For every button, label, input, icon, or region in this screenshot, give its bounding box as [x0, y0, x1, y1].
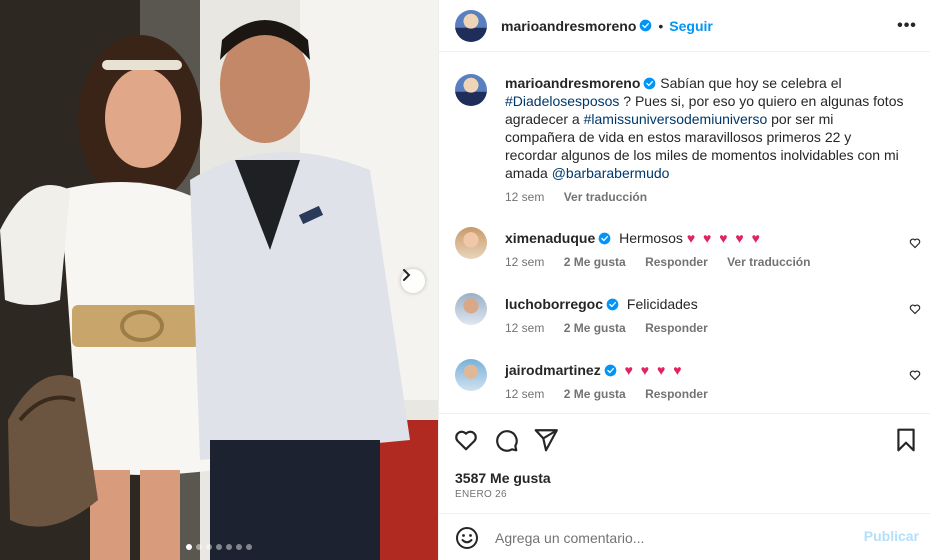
comment-likes[interactable]: 2 Me gusta — [564, 387, 626, 401]
caption-author[interactable]: marioandresmoreno — [505, 75, 640, 91]
avatar[interactable] — [455, 227, 487, 259]
hashtag-link[interactable]: #lamissuniversodemiuniverso — [584, 111, 768, 127]
verified-badge-icon — [644, 77, 656, 90]
carousel-dot — [186, 544, 192, 550]
mention-link[interactable]: @barbarabermudo — [552, 165, 670, 181]
author-username[interactable]: marioandresmoreno — [501, 18, 636, 34]
avatar[interactable] — [455, 9, 487, 42]
comment-likes[interactable]: 2 Me gusta — [564, 255, 626, 269]
publish-button[interactable]: Publicar — [864, 528, 919, 544]
carousel-dot — [196, 544, 202, 550]
reply-button[interactable]: Responder — [645, 255, 708, 269]
post-actions — [439, 413, 930, 465]
avatar[interactable] — [455, 359, 487, 391]
comment-item: jairodmartinez ♥ ♥ ♥ ♥ 12 sem 2 Me gusta… — [455, 359, 921, 412]
chevron-right-icon — [403, 269, 411, 281]
comment-text: luchoborregoc Felicidades — [505, 295, 905, 313]
bookmark-icon[interactable] — [893, 427, 919, 453]
carousel-indicator — [0, 544, 438, 550]
post-sidebar: marioandresmoreno • Seguir ••• marioandr… — [438, 0, 930, 560]
follow-button[interactable]: Seguir — [669, 18, 713, 34]
caption-meta: 12 sem Ver traducción — [505, 190, 663, 204]
comment-text: jairodmartinez ♥ ♥ ♥ ♥ — [505, 361, 905, 379]
reply-button[interactable]: Responder — [645, 321, 708, 335]
comments-list[interactable]: marioandresmoreno Sabían que hoy se cele… — [439, 52, 930, 412]
comment-input[interactable] — [495, 526, 855, 550]
like-comment-heart-icon[interactable] — [909, 369, 921, 381]
emoji-icon[interactable] — [455, 526, 479, 550]
comment-composer: Publicar — [439, 513, 930, 560]
comment-time[interactable]: 12 sem — [505, 255, 544, 269]
comment-meta: 12 sem 2 Me gusta Responder — [505, 387, 724, 401]
carousel-dot — [216, 544, 222, 550]
comment-username[interactable]: luchoborregoc — [505, 296, 603, 312]
avatar[interactable] — [455, 74, 487, 106]
carousel-dot — [206, 544, 212, 550]
like-comment-heart-icon[interactable] — [909, 303, 921, 315]
verified-badge-icon — [598, 232, 611, 245]
more-options-button[interactable]: ••• — [897, 17, 917, 35]
post-header: marioandresmoreno • Seguir ••• — [439, 0, 930, 52]
comment-time[interactable]: 12 sem — [505, 387, 544, 401]
translate-link[interactable]: Ver traducción — [564, 190, 647, 204]
post-image[interactable] — [0, 0, 438, 560]
comment-item: ximenaduque Hermosos ♥ ♥ ♥ ♥ ♥ 12 sem 2 … — [455, 227, 921, 283]
carousel-dot — [226, 544, 232, 550]
comment-likes[interactable]: 2 Me gusta — [564, 321, 626, 335]
caption-text: marioandresmoreno Sabían que hoy se cele… — [505, 74, 905, 182]
caption-time[interactable]: 12 sem — [505, 190, 544, 204]
carousel-dot — [236, 544, 242, 550]
heart-emojis: ♥ ♥ ♥ ♥ ♥ — [686, 230, 762, 246]
comment-item: luchoborregoc Felicidades 12 sem 2 Me gu… — [455, 293, 921, 349]
comment-time[interactable]: 12 sem — [505, 321, 544, 335]
separator-dot: • — [658, 17, 664, 34]
translate-link[interactable]: Ver traducción — [727, 255, 810, 269]
verified-badge-icon — [604, 364, 617, 377]
caption-text-1: Sabían que hoy se celebra el — [660, 75, 842, 91]
verified-badge-icon — [640, 19, 652, 32]
verified-badge-icon — [606, 298, 619, 311]
avatar[interactable] — [455, 293, 487, 325]
heart-icon[interactable] — [453, 427, 479, 453]
carousel-dot — [246, 544, 252, 550]
comment-icon[interactable] — [493, 427, 519, 453]
couple-photo — [0, 0, 438, 560]
comment-text: ximenaduque Hermosos ♥ ♥ ♥ ♥ ♥ — [505, 229, 905, 247]
likes-count[interactable]: 3587 Me gusta — [455, 470, 551, 486]
comment-body: Hermosos — [619, 230, 683, 246]
post-date[interactable]: ENERO 26 — [455, 489, 507, 500]
comment-meta: 12 sem 2 Me gusta Responder — [505, 321, 724, 335]
next-image-button[interactable] — [401, 269, 425, 293]
hashtag-link[interactable]: #Diadelosesposos — [505, 93, 619, 109]
reply-button[interactable]: Responder — [645, 387, 708, 401]
caption: marioandresmoreno Sabían que hoy se cele… — [455, 74, 915, 224]
comment-meta: 12 sem 2 Me gusta Responder Ver traducci… — [505, 255, 826, 269]
like-comment-heart-icon[interactable] — [909, 237, 921, 249]
heart-emojis: ♥ ♥ ♥ ♥ — [624, 362, 684, 378]
comment-username[interactable]: ximenaduque — [505, 230, 595, 246]
comment-username[interactable]: jairodmartinez — [505, 362, 601, 378]
send-icon[interactable] — [533, 427, 559, 453]
comment-body: Felicidades — [626, 296, 698, 312]
